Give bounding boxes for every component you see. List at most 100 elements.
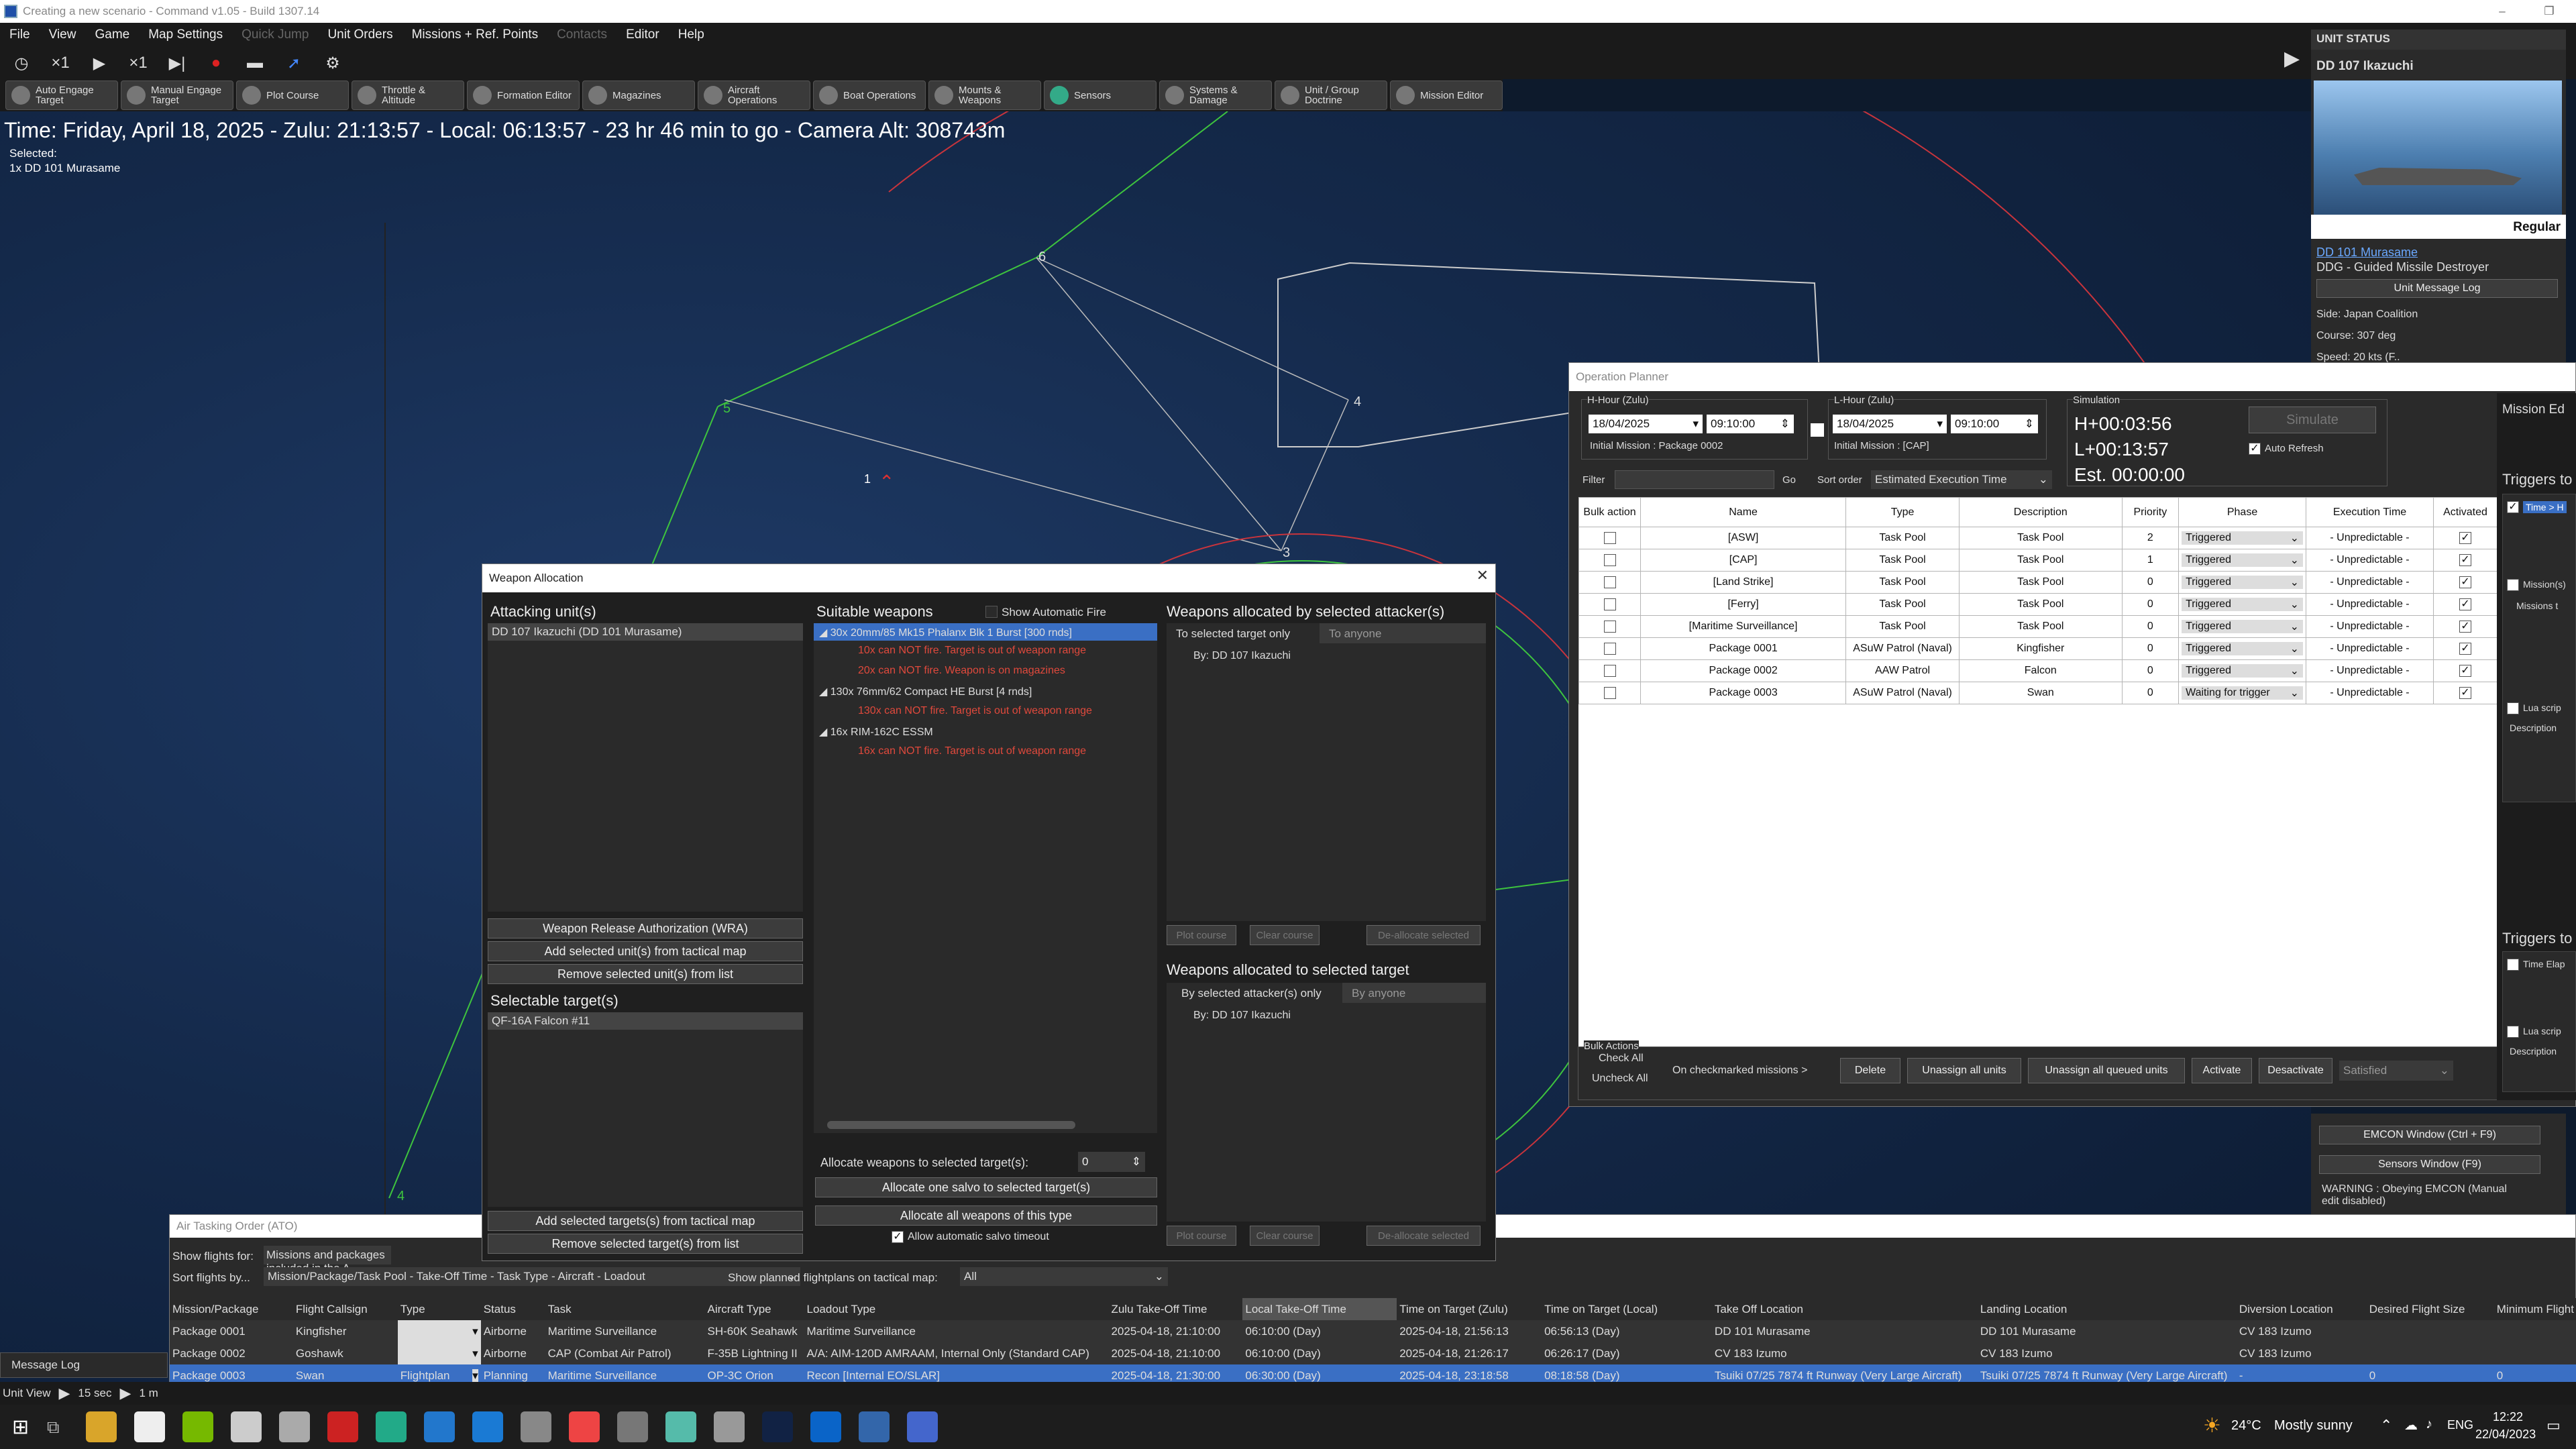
app-icon[interactable]	[617, 1411, 649, 1442]
ato-col-mission[interactable]: Mission/Package	[170, 1298, 293, 1320]
lua-checkbox[interactable]	[2507, 702, 2519, 714]
ref-point-label[interactable]: 4	[1354, 394, 1361, 410]
activated-checkbox[interactable]	[2459, 553, 2471, 566]
lhour-date-picker[interactable]: 18/04/2025 ▾	[1833, 415, 1947, 433]
check-all-button[interactable]: Check All	[1599, 1053, 1644, 1065]
mission-row[interactable]: [Maritime Surveillance] Task Pool Task Poo…	[1578, 615, 2498, 638]
windows-start-icon[interactable]: ⊞	[12, 1415, 29, 1439]
interval-label[interactable]: 15 sec	[78, 1387, 111, 1400]
deallocate-button[interactable]: De-allocate selected	[1366, 1226, 1481, 1246]
collapse-icon[interactable]: ◢	[819, 727, 827, 738]
phase-select[interactable]: Triggered ⌄	[2182, 620, 2304, 633]
maximize-button[interactable]: ❐	[2526, 0, 2573, 23]
horizontal-scrollbar[interactable]	[827, 1121, 1075, 1129]
phase-select[interactable]: Triggered ⌄	[2182, 642, 2304, 655]
steam-icon[interactable]	[762, 1411, 794, 1442]
menu-unit-orders[interactable]: Unit Orders	[318, 28, 402, 42]
tab-anyone[interactable]: To anyone	[1320, 623, 1486, 643]
plot-course-button[interactable]: Plot course	[1167, 925, 1236, 945]
aircraft-operations-button[interactable]: Aircraft Operations	[698, 80, 810, 110]
attacking-unit-item[interactable]: DD 107 Ikazuchi (DD 101 Murasame)	[488, 623, 803, 641]
show-auto-fire-checkbox[interactable]	[985, 606, 998, 618]
activated-checkbox[interactable]	[2459, 642, 2471, 655]
auto-refresh-checkbox[interactable]	[2249, 443, 2261, 455]
row-checkbox[interactable]	[1603, 620, 1616, 633]
activated-checkbox[interactable]	[2459, 620, 2471, 633]
throttle-altitude-button[interactable]: Throttle & Altitude	[352, 80, 464, 110]
col-description[interactable]: Description	[1958, 497, 2123, 527]
phase-select[interactable]: Triggered ⌄	[2182, 664, 2304, 678]
network-icon[interactable]: ☁	[2404, 1417, 2418, 1434]
phase-select[interactable]: Triggered ⌄	[2182, 553, 2304, 567]
tab-by-anyone[interactable]: By anyone	[1342, 983, 1486, 1003]
remove-units-button[interactable]: Remove selected unit(s) from list	[488, 964, 803, 984]
app-icon[interactable]	[859, 1411, 890, 1442]
menu-missions[interactable]: Missions + Ref. Points	[402, 28, 548, 42]
col-phase[interactable]: Phase	[2178, 497, 2307, 527]
unit-message-log-button[interactable]: Unit Message Log	[2316, 279, 2558, 298]
menu-file[interactable]: File	[0, 28, 40, 42]
collapse-icon[interactable]: ◢	[819, 686, 827, 698]
trigger-time[interactable]: Time > H	[2523, 501, 2567, 513]
ato-col-local-takeoff[interactable]: Local Take-Off Time	[1242, 1298, 1397, 1320]
mission-row[interactable]: [CAP] Task Pool Task Pool 1 Triggered ⌄ - Unpr…	[1578, 549, 2498, 572]
hhour-date-picker[interactable]: 18/04/2025 ▾	[1589, 415, 1703, 433]
row-checkbox[interactable]	[1603, 531, 1616, 544]
tab-attacker-only[interactable]: By selected attacker(s) only	[1167, 983, 1342, 1003]
mission-row[interactable]: [Land Strike] Task Pool Task Pool 0 Triggere…	[1578, 571, 2498, 594]
notification-icon[interactable]: ▭	[2546, 1417, 2561, 1434]
row-checkbox[interactable]	[1603, 642, 1616, 655]
trigger-checkbox[interactable]	[2507, 501, 2519, 513]
uncheck-all-button[interactable]: Uncheck All	[1592, 1073, 1648, 1085]
ref-point-label[interactable]: 5	[723, 401, 731, 417]
notepad-icon[interactable]	[134, 1411, 166, 1442]
unit-icon[interactable]: ▬	[239, 50, 271, 76]
tab-target-only[interactable]: To selected target only	[1167, 623, 1320, 643]
play-icon[interactable]: ▶	[83, 50, 115, 76]
message-log-tab[interactable]: Message Log	[0, 1352, 168, 1378]
menu-editor[interactable]: Editor	[616, 28, 669, 42]
mission-row[interactable]: [Ferry] Task Pool Task Pool 0 Triggered ⌄ - Un…	[1578, 593, 2498, 616]
mounts-weapons-button[interactable]: Mounts & Weapons	[928, 80, 1041, 110]
ato-col-desired-size[interactable]: Desired Flight Size	[2367, 1298, 2494, 1320]
volume-icon[interactable]: ♪	[2426, 1417, 2432, 1432]
weapon-node[interactable]: ◢ 130x 76mm/62 Compact HE Burst [4 rnds]	[819, 685, 1032, 698]
show-planned-select[interactable]: All ⌄	[960, 1267, 1168, 1286]
activated-checkbox[interactable]	[2459, 686, 2471, 699]
mission-row[interactable]: Package 0001 ASuW Patrol (Naval) Kingfishe…	[1578, 637, 2498, 660]
weapon-node[interactable]: ◢ 16x RIM-162C ESSM	[819, 725, 933, 739]
ato-type-select[interactable]: ▾	[397, 1342, 481, 1364]
wra-button[interactable]: Weapon Release Authorization (WRA)	[488, 918, 803, 938]
menu-map-settings[interactable]: Map Settings	[139, 28, 232, 42]
allow-timeout-checkbox[interactable]	[892, 1231, 904, 1243]
ato-col-minimum[interactable]: Minimum Flight	[2494, 1298, 2576, 1320]
app-icon[interactable]	[279, 1411, 311, 1442]
ato-type-select[interactable]: ▾	[397, 1320, 481, 1342]
row-checkbox[interactable]	[1603, 598, 1616, 610]
unassign-queued-button[interactable]: Unassign all queued units	[2028, 1058, 2185, 1083]
app-icon[interactable]	[424, 1411, 455, 1442]
unit-marker-label[interactable]: 1	[864, 472, 871, 486]
phase-select[interactable]: Triggered ⌄	[2182, 598, 2304, 611]
ato-col-aircraft[interactable]: Aircraft Type	[705, 1298, 804, 1320]
close-icon[interactable]: ✕	[1477, 567, 1489, 584]
play-icon[interactable]: ▶	[120, 1385, 131, 1402]
row-checkbox[interactable]	[1603, 664, 1616, 677]
command-app-icon[interactable]	[907, 1411, 938, 1442]
ato-row[interactable]: Package 0002 Goshawk ▾ Airborne CAP (Com…	[170, 1342, 2576, 1364]
ref-point-label[interactable]: 3	[1283, 545, 1290, 561]
clock-date[interactable]: 22/04/2023	[2475, 1428, 2536, 1442]
add-units-button[interactable]: Add selected unit(s) from tactical map	[488, 941, 803, 961]
calculator-icon[interactable]	[665, 1411, 697, 1442]
allocate-count-input[interactable]: 0 ⇕	[1078, 1152, 1145, 1172]
ref-point-label[interactable]: 6	[1038, 250, 1046, 265]
ato-col-type[interactable]: Type	[398, 1298, 481, 1320]
row-checkbox[interactable]	[1603, 553, 1616, 566]
sort-order-select[interactable]: Estimated Execution Time ⌄	[1871, 470, 2052, 489]
row-checkbox[interactable]	[1603, 686, 1616, 699]
allocate-salvo-button[interactable]: Allocate one salvo to selected target(s)	[815, 1177, 1157, 1197]
by-unit-label[interactable]: By: DD 107 Ikazuchi	[1193, 650, 1291, 662]
activated-checkbox[interactable]	[2459, 576, 2471, 588]
emcon-window-button[interactable]: EMCON Window (Ctrl + F9)	[2319, 1126, 2540, 1144]
by-unit-label[interactable]: By: DD 107 Ikazuchi	[1193, 1010, 1291, 1022]
